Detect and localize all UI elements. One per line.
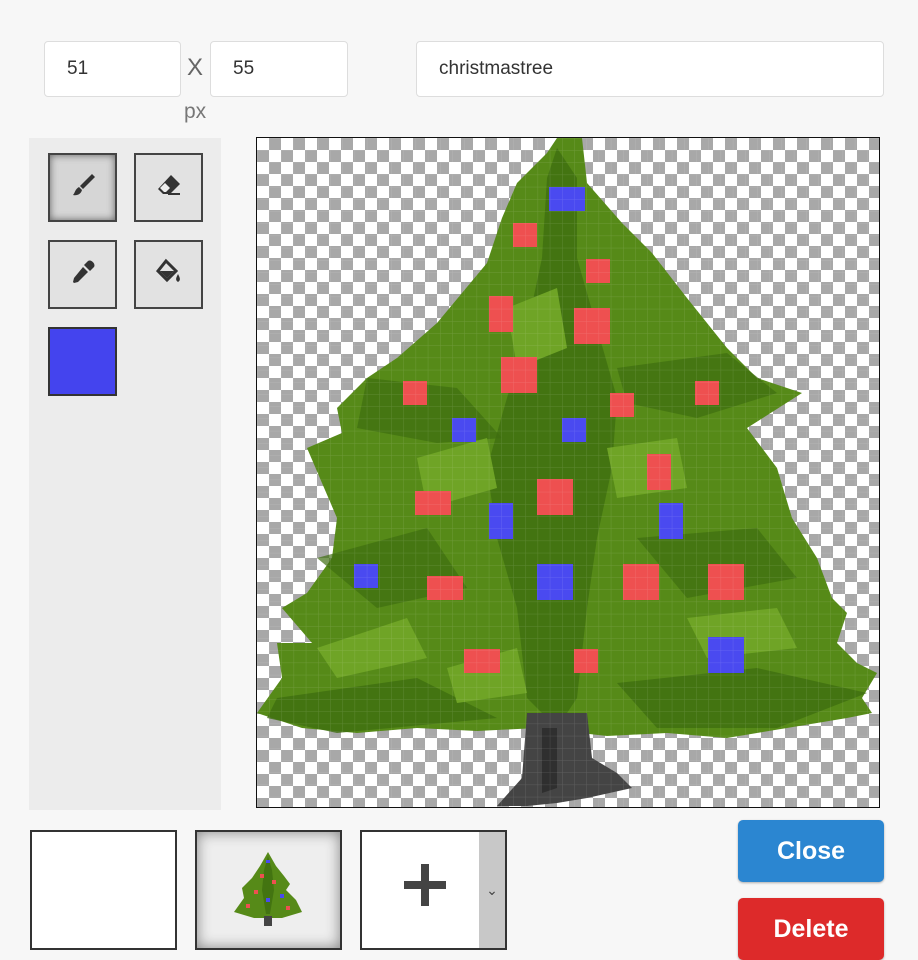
current-color-swatch[interactable] [48, 327, 117, 396]
pixel-grid [257, 138, 879, 807]
eyedropper-tool-button[interactable] [48, 240, 117, 309]
frame-thumbnail-christmastree[interactable] [195, 830, 342, 950]
eraser-tool-button[interactable] [134, 153, 203, 222]
christmas-tree-thumbnail-image [234, 852, 302, 926]
width-input[interactable] [44, 41, 181, 97]
times-label: X [187, 54, 204, 81]
add-frame-button[interactable]: ⌄ [360, 830, 507, 950]
fill-tool-button[interactable] [134, 240, 203, 309]
sprite-name-input[interactable] [416, 41, 884, 97]
paint-bucket-icon [154, 257, 184, 292]
brush-tool-button[interactable] [48, 153, 117, 222]
drawing-canvas[interactable] [256, 137, 880, 808]
eyedropper-icon [68, 257, 98, 292]
chevron-down-icon[interactable]: ⌄ [479, 832, 505, 948]
frame-thumbnail-empty[interactable] [30, 830, 177, 950]
height-input[interactable] [210, 41, 348, 97]
delete-button[interactable]: Delete [738, 898, 884, 960]
unit-label: px [184, 100, 207, 123]
close-button[interactable]: Close [738, 820, 884, 882]
eraser-icon [154, 170, 184, 205]
paintbrush-icon [68, 170, 98, 205]
plus-icon [402, 862, 448, 913]
tool-panel [29, 138, 221, 810]
